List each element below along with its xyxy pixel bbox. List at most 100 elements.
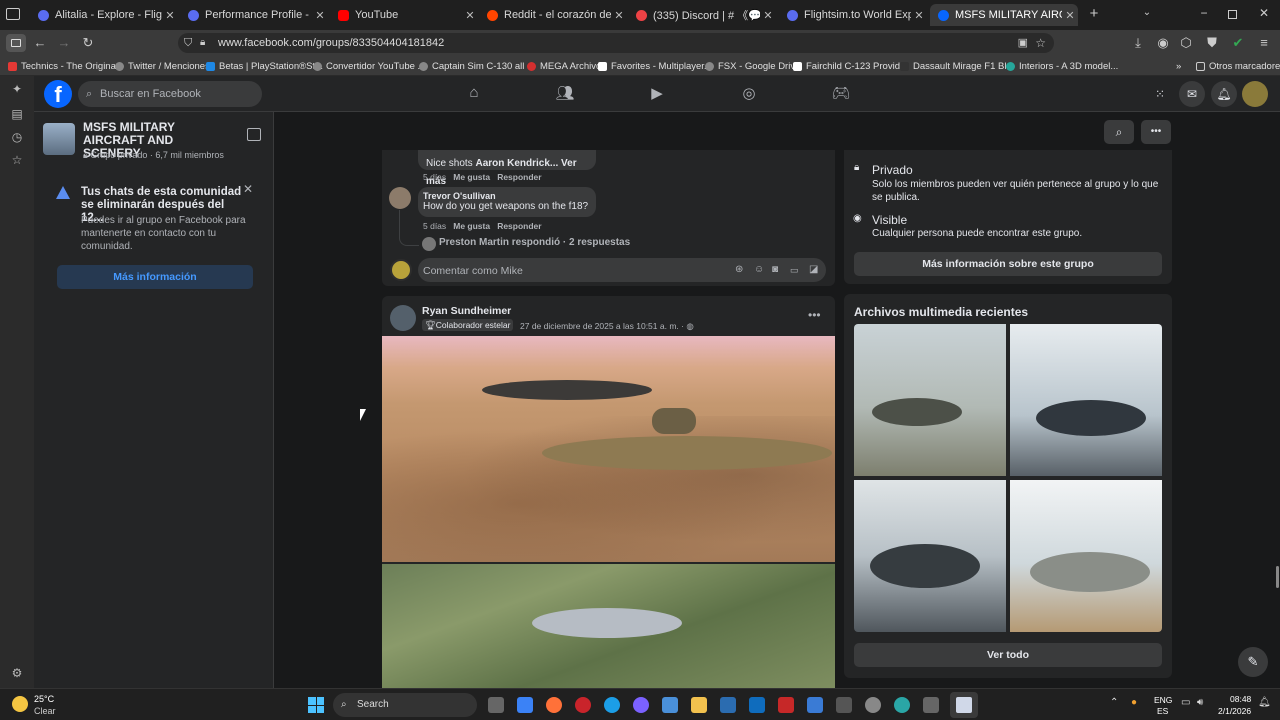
bookmark-item[interactable]: Technics - The Origina... (8, 59, 124, 73)
copilot-taskbar-icon[interactable] (633, 697, 649, 713)
downloads-icon[interactable]: ⤓ (1129, 34, 1147, 52)
reply-link[interactable]: Responder (497, 172, 541, 182)
avatar-sticker-icon[interactable]: ⊛ (735, 258, 743, 282)
reader-view-icon[interactable]: ▣ (1018, 33, 1028, 53)
home-icon[interactable]: ⌂ (464, 84, 484, 104)
app-icon[interactable] (894, 697, 910, 713)
weather-moon-icon[interactable] (12, 696, 28, 712)
tray-overflow-icon[interactable]: ⌃ (1110, 697, 1118, 708)
microphone-icon[interactable]: ● (1131, 697, 1137, 708)
new-message-button[interactable]: ✎ (1238, 647, 1268, 677)
close-icon[interactable]: ✕ (462, 9, 478, 22)
facebook-logo-icon[interactable]: f (44, 80, 72, 108)
outlook-icon[interactable] (749, 697, 765, 713)
messenger-icon[interactable]: ✉ (1179, 81, 1205, 107)
close-icon[interactable]: ✕ (312, 9, 328, 22)
adblock-icon[interactable]: ✔ (1229, 34, 1247, 52)
taskbar-search-input[interactable]: ⌕ Search (333, 693, 477, 717)
active-app-icon[interactable] (950, 692, 978, 718)
media-thumbnail-helicopter-2[interactable] (1010, 324, 1162, 476)
avatar[interactable] (390, 259, 412, 281)
collections-icon[interactable]: ▤ (9, 107, 25, 123)
widgets-icon[interactable] (517, 697, 533, 713)
tab-actions-icon[interactable] (6, 8, 20, 20)
group-cover-thumbnail[interactable] (43, 123, 75, 155)
search-input[interactable]: ⌕ Buscar en Facebook (78, 81, 262, 107)
comment-input[interactable]: Comentar como Mike ⊛ ☺ ◙ ▭ ◪ (418, 258, 826, 282)
bookmark-item[interactable]: Captain Sim C-130 all ... (419, 59, 535, 73)
post-author[interactable]: Ryan Sundheimer (422, 305, 511, 317)
more-info-button[interactable]: Más información (57, 265, 253, 289)
firefox-icon[interactable] (546, 697, 562, 713)
weather-temp[interactable]: 25°C (34, 694, 54, 704)
flight-sim-icon[interactable] (807, 697, 823, 713)
friends-icon[interactable]: 👥︎ (555, 84, 575, 104)
bookmark-item[interactable]: Fairchild C-123 Provid... (793, 59, 908, 73)
close-window-button[interactable]: ✕ (1256, 6, 1272, 22)
tab-flightsim-world[interactable]: Flightsim.to World Explorer - Yo✕ (779, 4, 927, 26)
favorite-star-icon[interactable]: ☆ (1035, 33, 1046, 53)
reply-link[interactable]: Responder (497, 221, 541, 231)
tab-list-chevron-icon[interactable]: ⌄ (1140, 7, 1154, 21)
like-link[interactable]: Me gusta (453, 172, 490, 182)
post-date[interactable]: 27 de diciembre de 2025 a las 10:51 a. m… (520, 321, 694, 332)
opera-icon[interactable] (575, 697, 591, 713)
avatar[interactable] (390, 305, 416, 331)
task-view-icon[interactable] (488, 697, 504, 713)
back-icon[interactable]: ← (31, 34, 49, 52)
forward-icon[interactable]: → (55, 34, 73, 52)
more-options-icon[interactable]: ••• (808, 308, 821, 322)
menu-icon[interactable]: ≡ (1255, 34, 1273, 52)
profile-avatar[interactable] (1242, 81, 1268, 107)
lock-icon[interactable]: 🔒︎ (200, 33, 205, 53)
favorites-icon[interactable]: ☆ (9, 153, 25, 169)
maximize-button[interactable] (1228, 10, 1237, 19)
close-icon[interactable]: ✕ (611, 9, 627, 22)
group-search-button[interactable]: ⌕ (1104, 120, 1134, 144)
group-more-button[interactable]: ••• (1141, 120, 1171, 144)
tab-performance-profile[interactable]: Performance Profile - Explore - ✕ (180, 4, 328, 26)
bookmark-item[interactable]: MEGA Archivo (527, 59, 601, 73)
sticker-icon[interactable]: ◪ (809, 258, 818, 282)
post-image-typhoon-fields[interactable] (382, 564, 835, 688)
collapse-panel-icon[interactable] (247, 128, 261, 141)
video-icon[interactable]: ▶ (647, 84, 667, 104)
tab-discord[interactable]: (335) Discord | # 《💬》『chat✕ (628, 4, 776, 26)
store-icon[interactable] (720, 697, 736, 713)
sidebar-toggle-icon[interactable] (6, 34, 26, 52)
view-replies-link[interactable]: Preston Martin respondió · 2 respuestas (439, 237, 630, 248)
close-icon[interactable]: ✕ (911, 9, 927, 22)
app-icon[interactable] (836, 697, 852, 713)
see-all-button[interactable]: Ver todo (854, 643, 1162, 667)
reload-icon[interactable]: ↻ (79, 34, 97, 52)
notifications-bell-icon[interactable]: 🔔︎ (1211, 81, 1237, 107)
tab-reddit[interactable]: Reddit - el corazón de la conve✕ (479, 4, 627, 26)
notification-center-icon[interactable]: 🔔︎ (1258, 697, 1271, 708)
mention-link[interactable]: Aaron Kendrick... (475, 158, 558, 169)
groups-icon[interactable]: ◎ (739, 84, 759, 104)
bookmark-item[interactable]: Dassault Mirage F1 Bl... (900, 59, 1014, 73)
tab-facebook-group[interactable]: MSFS MILITARY AIRCRAFT AND✕ (930, 4, 1078, 26)
language-en[interactable]: ENG (1154, 695, 1172, 705)
edge-icon[interactable] (604, 697, 620, 713)
extensions-puzzle-icon[interactable]: ⬡ (1177, 34, 1195, 52)
extension-icon[interactable]: ◉ (1154, 34, 1172, 52)
app-icon[interactable] (923, 697, 939, 713)
copilot-icon[interactable]: ✦ (9, 82, 25, 98)
bookmarks-overflow-icon[interactable]: » (1176, 59, 1181, 73)
close-icon[interactable]: ✕ (162, 9, 178, 22)
avatar[interactable] (389, 187, 411, 209)
emoji-icon[interactable]: ☺ (754, 258, 764, 282)
gif-icon[interactable]: ▭ (790, 258, 799, 282)
network-icon[interactable]: ▭ (1181, 697, 1190, 708)
new-tab-button[interactable]: + (1086, 6, 1102, 22)
bookmark-item[interactable]: Favorites - Multiplayer... (598, 59, 712, 73)
tab-alitalia[interactable]: Alitalia - Explore - Flightsim.to✕ (30, 4, 178, 26)
volume-icon[interactable]: 🔊︎ (1197, 697, 1203, 708)
close-icon[interactable]: ✕ (243, 182, 253, 196)
close-icon[interactable]: ✕ (760, 9, 776, 22)
photos-icon[interactable] (662, 697, 678, 713)
camera-icon[interactable]: ◙ (772, 258, 778, 282)
address-bar[interactable]: ⛉ 🔒︎ www.facebook.com/groups/83350440418… (178, 33, 1054, 53)
history-icon[interactable]: ◷ (9, 130, 25, 146)
